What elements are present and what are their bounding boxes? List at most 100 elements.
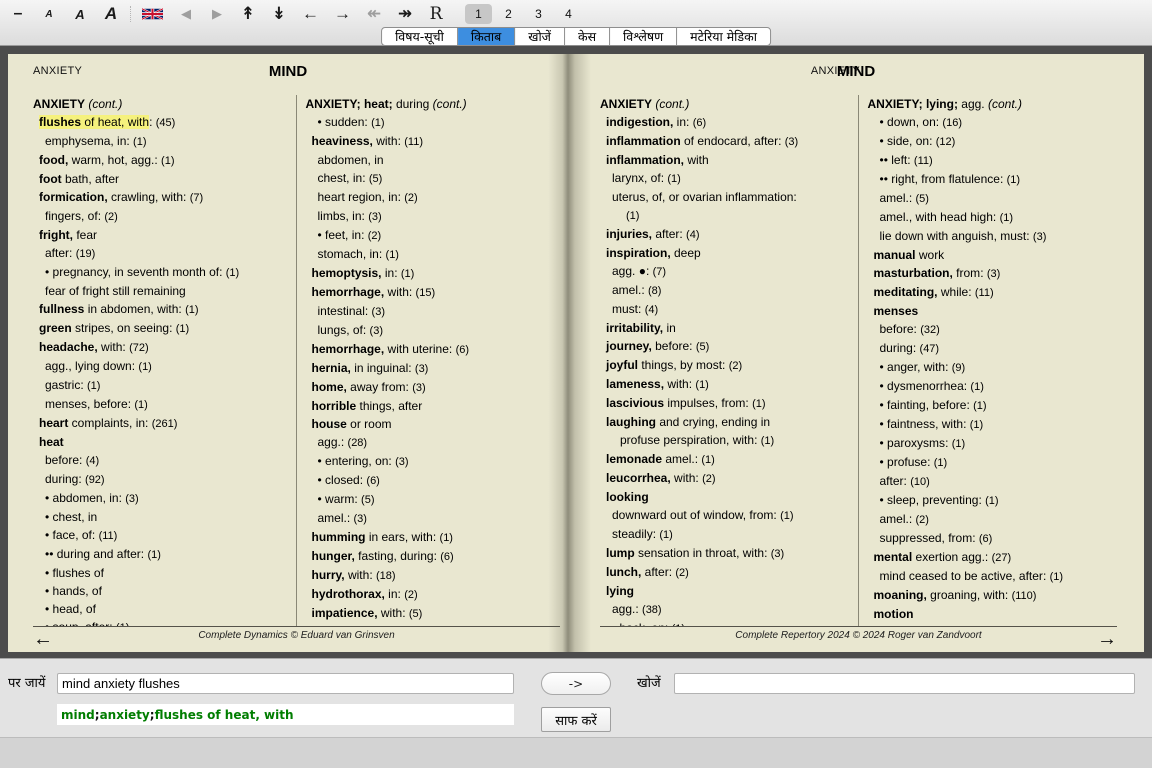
rubric-line[interactable]: steadily: (1) xyxy=(600,525,848,544)
rubric-line[interactable]: hernia, in inguinal: (3) xyxy=(306,359,561,378)
rubric-line[interactable]: • warm: (5) xyxy=(306,490,561,509)
rubric-line[interactable]: heart complaints, in: (261) xyxy=(33,414,286,433)
rubric-line[interactable]: • face, of: (11) xyxy=(33,526,286,545)
rubric-line[interactable]: hemorrhage, with uterine: (6) xyxy=(306,340,561,359)
goto-input[interactable] xyxy=(57,673,514,694)
find-input[interactable] xyxy=(674,673,1135,694)
rubric-line[interactable]: fullness in abdomen, with: (1) xyxy=(33,300,286,319)
rubric-line[interactable]: agg.: (38) xyxy=(600,600,848,619)
tab-case[interactable]: केस xyxy=(565,28,610,45)
rubric-line[interactable]: • closed: (6) xyxy=(306,471,561,490)
next-page-arrow-icon[interactable]: → xyxy=(1097,628,1117,651)
rubric-line[interactable]: hurry, with: (18) xyxy=(306,566,561,585)
rubric-line[interactable]: laughing and crying, ending inprofuse pe… xyxy=(600,413,848,450)
clear-button[interactable]: साफ करें xyxy=(541,707,611,732)
tab-analysis[interactable]: विश्लेषण xyxy=(610,28,677,45)
rubric-line[interactable]: • sleep, preventing: (1) xyxy=(868,491,1118,510)
rubric-line[interactable]: chest, in: (5) xyxy=(306,169,561,188)
chapter-down-icon[interactable]: ↡ xyxy=(271,2,287,26)
rubric-line[interactable]: inflammation of endocard, after: (3) xyxy=(600,132,848,151)
rubric-line[interactable]: intestinal: (3) xyxy=(306,302,561,321)
rubric-line[interactable]: larynx, of: (1) xyxy=(600,169,848,188)
rubric-line[interactable]: • back, on: (1) xyxy=(600,619,848,626)
rubric-line[interactable]: before: (4) xyxy=(33,451,286,470)
rubric-line[interactable]: lameness, with: (1) xyxy=(600,375,848,394)
rubric-line[interactable]: • head, of xyxy=(33,600,286,618)
font-large-icon[interactable]: A xyxy=(103,2,119,26)
rubric-line[interactable]: • hands, of xyxy=(33,582,286,600)
rubric-line[interactable]: stomach, in: (1) xyxy=(306,245,561,264)
rubric-line[interactable]: • pregnancy, in seventh month of: (1) xyxy=(33,263,286,282)
rubric-line[interactable]: heart region, in: (2) xyxy=(306,188,561,207)
font-small-icon[interactable]: A xyxy=(41,2,57,26)
forward-icon[interactable]: ▶ xyxy=(209,2,225,26)
rubric-line[interactable]: • flushes of xyxy=(33,564,286,582)
tab-materia-medica[interactable]: मटेरिया मेडिका xyxy=(677,28,770,45)
rubric-line[interactable]: •• right, from flatulence: (1) xyxy=(868,170,1118,189)
rubric-line[interactable]: leucorrhea, with: (2) xyxy=(600,469,848,488)
rubric-line[interactable]: • soup, after: (1) xyxy=(33,618,286,626)
rubric-line[interactable]: amel.: (2) xyxy=(868,510,1118,529)
column-header-line[interactable]: ANXIETY; heat; during (cont.) xyxy=(306,95,561,113)
rubric-line[interactable]: • sudden: (1) xyxy=(306,113,561,132)
rubric-line[interactable]: amel.: (8) xyxy=(600,281,848,300)
rubric-line[interactable]: fingers, of: (2) xyxy=(33,207,286,226)
rubric-line[interactable]: • dysmenorrhea: (1) xyxy=(868,377,1118,396)
previous-page-icon[interactable]: ← xyxy=(302,2,319,26)
rubric-line[interactable]: hemoptysis, in: (1) xyxy=(306,264,561,283)
rubric-line[interactable]: inflammation, with xyxy=(600,151,848,169)
rubric-line[interactable]: • profuse: (1) xyxy=(868,453,1118,472)
page-button-1[interactable]: 1 xyxy=(465,4,492,24)
column-header-line[interactable]: ANXIETY (cont.) xyxy=(600,95,848,113)
rubric-line[interactable]: masturbation, from: (3) xyxy=(868,264,1118,283)
rubric-line[interactable]: lump sensation in throat, with: (3) xyxy=(600,544,848,563)
tab-contents[interactable]: विषय-सूची xyxy=(382,28,458,45)
rubric-line[interactable]: journey, before: (5) xyxy=(600,337,848,356)
tab-book[interactable]: किताब xyxy=(458,28,515,45)
rubric-line[interactable]: • side, on: (12) xyxy=(868,132,1118,151)
page-button-3[interactable]: 3 xyxy=(525,4,552,24)
column-header-line[interactable]: ANXIETY; lying; agg. (cont.) xyxy=(868,95,1118,113)
rubric-line[interactable]: mental exertion agg.: (27) xyxy=(868,548,1118,567)
rubric-line[interactable]: hunger, fasting, during: (6) xyxy=(306,547,561,566)
rubric-line[interactable]: limbs, in: (3) xyxy=(306,207,561,226)
rubric-line[interactable]: hydrothorax, in: (2) xyxy=(306,585,561,604)
rubric-line[interactable]: inspiration, deep xyxy=(600,244,848,262)
rubric-line[interactable]: menses, before: (1) xyxy=(33,395,286,414)
rubric-line[interactable]: lunch, after: (2) xyxy=(600,563,848,582)
rubric-line[interactable]: lemonade amel.: (1) xyxy=(600,450,848,469)
rubric-line[interactable]: impatience, with: (5) xyxy=(306,604,561,623)
first-rubric-icon[interactable]: ↞ xyxy=(366,2,382,26)
rubric-line[interactable]: during: (47) xyxy=(868,339,1118,358)
rubric-line[interactable]: • paroxysms: (1) xyxy=(868,434,1118,453)
rubric-line[interactable]: irritability, in xyxy=(600,319,848,337)
rubric-line[interactable]: amel.: (5) xyxy=(868,189,1118,208)
page-button-4[interactable]: 4 xyxy=(555,4,582,24)
column-header-line[interactable]: ANXIETY (cont.) xyxy=(33,95,286,113)
rubric-line[interactable]: • faintness, with: (1) xyxy=(868,415,1118,434)
chapter-up-icon[interactable]: ↟ xyxy=(240,2,256,26)
language-flag-icon[interactable] xyxy=(142,2,163,26)
last-rubric-icon[interactable]: ↠ xyxy=(397,2,413,26)
rubric-line[interactable]: horrible things, after xyxy=(306,397,561,415)
rubric-line[interactable]: agg.: (28) xyxy=(306,433,561,452)
tab-find[interactable]: खोजें xyxy=(515,28,565,45)
next-page-icon[interactable]: → xyxy=(334,2,351,26)
rubric-line[interactable]: gastric: (1) xyxy=(33,376,286,395)
rubric-line[interactable]: lascivious impulses, from: (1) xyxy=(600,394,848,413)
rubric-line[interactable]: amel., with head high: (1) xyxy=(868,208,1118,227)
rubric-line[interactable]: manual work xyxy=(868,246,1118,264)
rubric-line[interactable]: heat xyxy=(33,433,286,451)
rubric-line[interactable]: injuries, after: (4) xyxy=(600,225,848,244)
rubric-line[interactable]: house or room xyxy=(306,415,561,433)
rubric-line[interactable]: flushes of heat, with: (45) xyxy=(33,113,286,132)
rubric-line[interactable]: • fainting, before: (1) xyxy=(868,396,1118,415)
rubric-line[interactable]: home, away from: (3) xyxy=(306,378,561,397)
rubric-line[interactable]: meditating, while: (11) xyxy=(868,283,1118,302)
rubric-line[interactable]: before: (32) xyxy=(868,320,1118,339)
rubric-line[interactable]: downward out of window, from: (1) xyxy=(600,506,848,525)
rubric-line[interactable]: lying xyxy=(600,582,848,600)
rubric-line[interactable]: indigestion, in: (6) xyxy=(600,113,848,132)
rubric-line[interactable]: agg., lying down: (1) xyxy=(33,357,286,376)
previous-page-arrow-icon[interactable]: ← xyxy=(33,628,53,651)
